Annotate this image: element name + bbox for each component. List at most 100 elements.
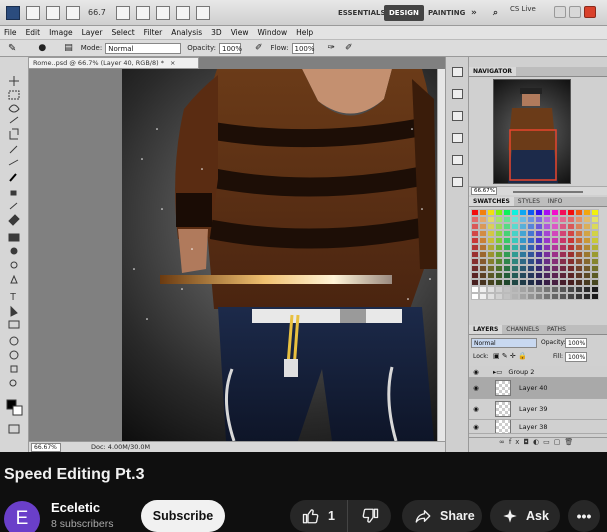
layer-row[interactable]: ◉ ▸▭ Group 2: [469, 366, 607, 378]
color-swatch[interactable]: [591, 279, 599, 286]
color-swatch[interactable]: [535, 272, 543, 279]
tool-icons[interactable]: T: [0, 57, 29, 452]
color-swatch[interactable]: [543, 265, 551, 272]
color-swatch[interactable]: [487, 293, 495, 300]
color-swatch[interactable]: [551, 244, 559, 251]
color-swatch[interactable]: [575, 272, 583, 279]
color-swatch[interactable]: [479, 286, 487, 293]
color-swatch[interactable]: [487, 279, 495, 286]
color-swatch[interactable]: [495, 279, 503, 286]
tab-navigator[interactable]: NAVIGATOR: [469, 67, 517, 76]
canvas[interactable]: [122, 69, 437, 441]
color-swatch[interactable]: [575, 279, 583, 286]
search-icon[interactable]: ⌕: [488, 5, 503, 21]
color-swatch[interactable]: [495, 258, 503, 265]
color-swatch[interactable]: [543, 258, 551, 265]
color-swatch[interactable]: [543, 244, 551, 251]
color-swatch[interactable]: [591, 293, 599, 300]
color-swatch[interactable]: [559, 265, 567, 272]
color-swatch[interactable]: [535, 223, 543, 230]
color-swatch[interactable]: [575, 237, 583, 244]
channel-name[interactable]: Eceletic: [51, 500, 100, 515]
ask-button[interactable]: Ask: [490, 500, 560, 532]
color-swatch[interactable]: [567, 251, 575, 258]
color-swatch[interactable]: [543, 279, 551, 286]
color-swatch[interactable]: [511, 286, 519, 293]
layer-row[interactable]: ◉ Layer 38: [469, 420, 607, 434]
color-swatch[interactable]: [471, 230, 479, 237]
color-swatch[interactable]: [519, 230, 527, 237]
color-swatch[interactable]: [503, 265, 511, 272]
cs-live[interactable]: CS Live: [510, 5, 536, 13]
color-swatch[interactable]: [519, 286, 527, 293]
brush-panel-icon[interactable]: ▤: [64, 43, 73, 53]
color-swatch[interactable]: [583, 258, 591, 265]
color-swatch[interactable]: [511, 223, 519, 230]
color-swatch[interactable]: [567, 293, 575, 300]
close-tab-icon[interactable]: ×: [170, 59, 175, 67]
color-swatch[interactable]: [535, 237, 543, 244]
color-swatch[interactable]: [511, 293, 519, 300]
color-swatch[interactable]: [551, 286, 559, 293]
color-swatch[interactable]: [495, 244, 503, 251]
color-swatch[interactable]: [519, 237, 527, 244]
color-swatch[interactable]: [567, 223, 575, 230]
color-swatch[interactable]: [567, 265, 575, 272]
color-swatch[interactable]: [527, 258, 535, 265]
color-swatch[interactable]: [527, 230, 535, 237]
color-swatch[interactable]: [495, 265, 503, 272]
more-actions-button[interactable]: •••: [568, 500, 600, 532]
color-swatch[interactable]: [535, 251, 543, 258]
rotate-view-icon[interactable]: [155, 5, 170, 20]
color-swatch[interactable]: [591, 265, 599, 272]
color-swatch[interactable]: [575, 265, 583, 272]
color-swatch[interactable]: [591, 258, 599, 265]
arrange-documents-icon[interactable]: [175, 5, 190, 20]
layer-opacity-field[interactable]: 100%: [565, 338, 587, 348]
color-swatch[interactable]: [583, 230, 591, 237]
color-swatch[interactable]: [527, 251, 535, 258]
color-swatch[interactable]: [479, 209, 487, 216]
extras-icon[interactable]: [66, 5, 80, 20]
color-swatch[interactable]: [471, 209, 479, 216]
color-swatch[interactable]: [503, 237, 511, 244]
color-swatch[interactable]: [479, 237, 487, 244]
color-swatch[interactable]: [543, 216, 551, 223]
document-tab[interactable]: Rome..psd @ 66.7% (Layer 40, RGB/8) * ×: [29, 57, 199, 69]
color-swatch[interactable]: [583, 223, 591, 230]
layer-row[interactable]: ◉ Layer 39: [469, 399, 607, 420]
color-swatch[interactable]: [543, 223, 551, 230]
layer-mask-icon[interactable]: ◘: [523, 438, 533, 446]
color-swatch[interactable]: [567, 230, 575, 237]
color-swatch[interactable]: [583, 251, 591, 258]
color-swatch[interactable]: [487, 209, 495, 216]
color-swatch[interactable]: [487, 258, 495, 265]
color-swatch[interactable]: [575, 216, 583, 223]
color-swatch[interactable]: [471, 237, 479, 244]
video-player[interactable]: 66.7 ESSENTIALS DESIGN PAINTING » ⌕ CS L…: [0, 0, 607, 452]
color-swatch[interactable]: [503, 286, 511, 293]
color-swatch[interactable]: [471, 293, 479, 300]
color-swatch[interactable]: [543, 230, 551, 237]
swatch-grid[interactable]: [471, 209, 599, 300]
color-swatch[interactable]: [567, 258, 575, 265]
color-swatch[interactable]: [567, 279, 575, 286]
tab-swatches[interactable]: SWATCHES: [469, 197, 514, 206]
color-swatch[interactable]: [519, 272, 527, 279]
color-swatch[interactable]: [503, 209, 511, 216]
color-swatch[interactable]: [519, 209, 527, 216]
menu-filter[interactable]: Filter: [144, 28, 163, 37]
color-swatch[interactable]: [591, 251, 599, 258]
color-swatch[interactable]: [495, 230, 503, 237]
pressure-size-icon[interactable]: ✐: [345, 43, 353, 53]
layer-row[interactable]: ◉ Layer 40: [469, 378, 607, 399]
color-swatch[interactable]: [479, 230, 487, 237]
color-swatch[interactable]: [535, 216, 543, 223]
color-swatch[interactable]: [503, 230, 511, 237]
color-swatch[interactable]: [559, 279, 567, 286]
color-swatch[interactable]: [487, 223, 495, 230]
zoom-tool-icon[interactable]: [135, 5, 150, 20]
brush-preset-icon[interactable]: ✎: [8, 43, 16, 54]
color-swatch[interactable]: [591, 286, 599, 293]
color-swatch[interactable]: [511, 279, 519, 286]
